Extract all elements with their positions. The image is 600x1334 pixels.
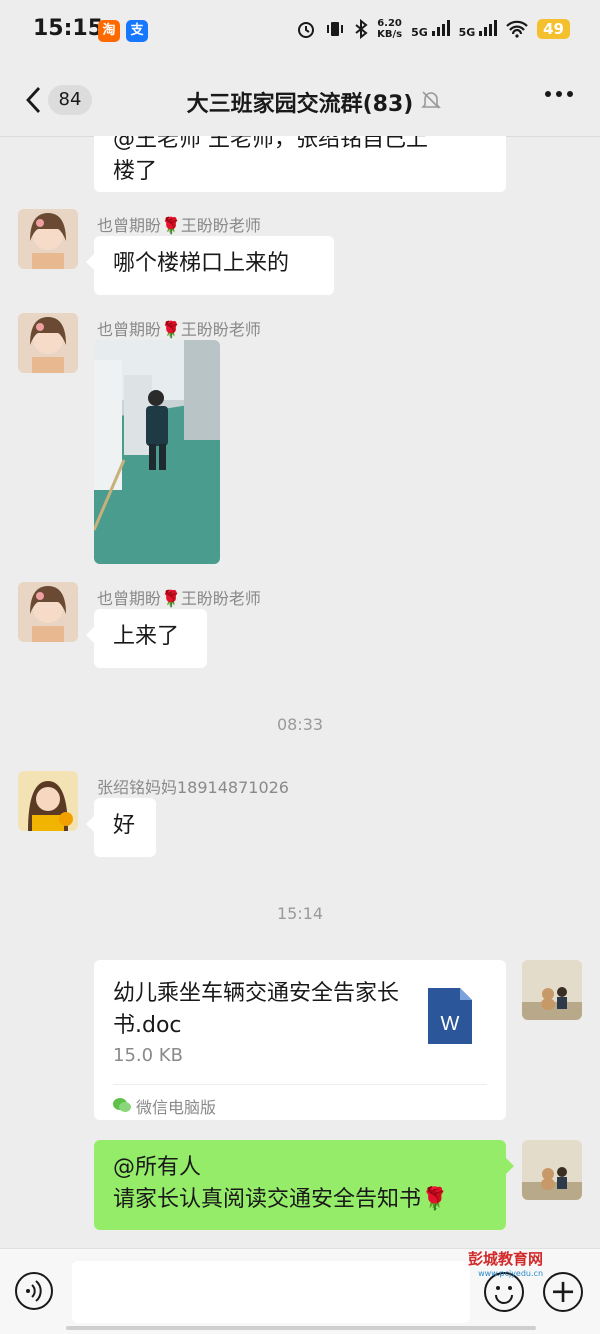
- emoji-button[interactable]: [484, 1272, 524, 1312]
- sender-name: 也曾期盼🌹王盼盼老师: [97, 320, 261, 339]
- message-bubble[interactable]: 哪个楼梯口上来的: [86, 236, 334, 295]
- watermark: 彭城教育网 www.pcjyedu.cn: [468, 1248, 543, 1278]
- file-source: 微信电脑版: [136, 1098, 217, 1117]
- signal-1: 5G: [411, 19, 450, 39]
- alarm-icon: [298, 22, 315, 38]
- alipay-icon: 支: [126, 20, 148, 42]
- message-bubble[interactable]: @王老师 王老师，张绍铭自己上 楼了: [94, 136, 506, 192]
- chat-header: 84 大三班家园交流群(83): [0, 62, 600, 137]
- timestamp: 08:33: [276, 715, 324, 734]
- avatar-self[interactable]: [522, 960, 582, 1020]
- message-bubble[interactable]: 好: [86, 798, 156, 857]
- vibrate-icon: [327, 22, 344, 36]
- bluetooth-icon: [355, 19, 368, 39]
- avatar[interactable]: [18, 209, 78, 269]
- divider: [113, 1084, 487, 1085]
- status-time: 15:15: [33, 16, 104, 41]
- status-bar: 15:15 淘 支 6.20 KB/s 5G 5G 49: [0, 0, 600, 62]
- home-indicator[interactable]: [66, 1326, 536, 1330]
- battery-level: 49: [537, 19, 570, 39]
- message-text: @所有人: [113, 1155, 202, 1180]
- emoji-icon: [495, 1286, 513, 1304]
- plus-icon: +: [549, 1272, 577, 1310]
- message-bubble[interactable]: 上来了: [86, 609, 207, 668]
- speed-unit: KB/s: [377, 29, 403, 40]
- speed-value: 6.20: [377, 18, 402, 29]
- file-message[interactable]: 幼儿乘坐车辆交通安全告家长书.doc 15.0 KB W 微信电脑版: [94, 960, 506, 1120]
- message-text: @王老师 王老师，张绍铭自己上: [113, 136, 428, 152]
- sender-name: 张绍铭妈妈18914871026: [97, 778, 289, 797]
- mute-bell-icon: [421, 91, 441, 109]
- avatar[interactable]: [18, 313, 78, 373]
- message-input[interactable]: [72, 1261, 470, 1323]
- message-text: 楼了: [113, 159, 158, 184]
- chat-messages[interactable]: @王老师 王老师，张绍铭自己上 楼了 也曾期盼🌹王盼盼老师 哪个楼梯口上来的 也…: [0, 136, 600, 1248]
- signal-2: 5G: [458, 19, 498, 39]
- status-indicators: 6.20 KB/s 5G 5G 49: [296, 18, 570, 40]
- net-label-2: 5G: [458, 25, 476, 39]
- avatar-self[interactable]: [522, 1140, 582, 1200]
- file-name: 幼儿乘坐车辆交通安全告家长书.doc: [113, 981, 400, 1038]
- message-bubble-self[interactable]: @所有人 请家长认真阅读交通安全告知书🌹: [94, 1140, 514, 1230]
- avatar[interactable]: [18, 771, 78, 831]
- network-speed: 6.20 KB/s: [377, 18, 402, 40]
- watermark-name: 彭城教育网: [468, 1250, 544, 1268]
- signal-icon: [431, 19, 450, 36]
- message-text: 哪个楼梯口上来的: [113, 251, 290, 276]
- wechat-pc-icon: [113, 1098, 131, 1112]
- watermark-url: www.pcjyedu.cn: [478, 1269, 544, 1278]
- sender-name: 也曾期盼🌹王盼盼老师: [97, 216, 261, 235]
- word-doc-icon: W: [428, 988, 472, 1044]
- voice-icon: [26, 1280, 42, 1302]
- file-size: 15.0 KB: [113, 1045, 183, 1066]
- message-text: 请家长认真阅读交通安全告知书🌹: [113, 1187, 449, 1212]
- timestamp: 15:14: [276, 904, 324, 923]
- net-label-1: 5G: [411, 25, 428, 39]
- plus-button[interactable]: +: [543, 1272, 583, 1312]
- voice-button[interactable]: [15, 1272, 53, 1310]
- taobao-icon: 淘: [98, 20, 120, 42]
- signal-icon: [479, 19, 498, 36]
- image-message[interactable]: [94, 340, 220, 564]
- sender-name: 也曾期盼🌹王盼盼老师: [97, 589, 261, 608]
- avatar[interactable]: [18, 582, 78, 642]
- group-title: 大三班家园交流群(83): [186, 92, 414, 117]
- message-text: 上来了: [113, 624, 180, 649]
- message-text: 好: [113, 813, 136, 838]
- file-icon-letter: W: [441, 1013, 460, 1035]
- wifi-icon: [506, 20, 528, 38]
- more-icon[interactable]: [544, 89, 574, 99]
